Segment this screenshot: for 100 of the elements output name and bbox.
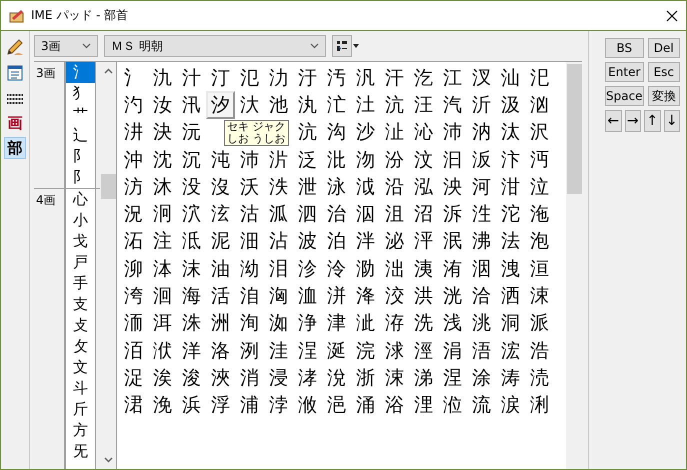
key-button[interactable]: 変換 bbox=[648, 86, 680, 106]
character-cell[interactable]: 沴 bbox=[293, 255, 322, 282]
radical-item[interactable]: 犭 bbox=[66, 83, 95, 104]
character-cell[interactable]: 沲 bbox=[525, 200, 554, 228]
character-cell[interactable]: 涅 bbox=[438, 364, 467, 392]
character-cell[interactable]: 氵 bbox=[119, 64, 148, 92]
key-button[interactable]: Enter bbox=[605, 62, 644, 82]
character-cell[interactable]: 海 bbox=[177, 282, 206, 310]
character-cell[interactable]: 浄 bbox=[293, 310, 322, 337]
character-cell[interactable]: 泛 bbox=[293, 146, 322, 174]
character-cell[interactable]: 涒 bbox=[119, 392, 148, 419]
character-cell[interactable]: 汛 bbox=[177, 91, 206, 119]
character-cell[interactable]: 洮 bbox=[467, 310, 496, 337]
character-cell[interactable]: 洑 bbox=[148, 336, 177, 364]
radical-item[interactable]: 氵 bbox=[66, 62, 95, 83]
character-cell[interactable]: 沘 bbox=[322, 146, 351, 174]
character-cell[interactable]: 汽 bbox=[438, 91, 467, 119]
character-cell[interactable]: 浩 bbox=[525, 336, 554, 364]
character-cell[interactable]: 洵 bbox=[235, 310, 264, 337]
character-cell[interactable]: 浟 bbox=[293, 392, 322, 419]
character-cell[interactable]: 沛 bbox=[438, 118, 467, 146]
character-cell[interactable]: 洼 bbox=[264, 336, 293, 364]
character-cell[interactable]: 洊 bbox=[380, 310, 409, 337]
font-dropdown[interactable]: ＭＳ 明朝 bbox=[104, 35, 326, 57]
character-cell[interactable]: 泙 bbox=[409, 228, 438, 256]
scroll-down-icon[interactable] bbox=[104, 457, 112, 463]
character-cell[interactable]: 泐 bbox=[351, 255, 380, 282]
radical-item[interactable]: 戈 bbox=[66, 231, 95, 252]
character-cell[interactable]: 汪 bbox=[409, 91, 438, 119]
character-cell[interactable]: 沽 bbox=[235, 200, 264, 228]
scroll-up-icon[interactable] bbox=[104, 68, 112, 74]
character-cell[interactable]: 洙 bbox=[177, 310, 206, 337]
character-cell[interactable]: 浥 bbox=[322, 392, 351, 419]
character-cell[interactable]: 汀 bbox=[206, 64, 235, 92]
character-cell[interactable]: 沒 bbox=[206, 173, 235, 200]
character-cell[interactable]: 汒 bbox=[322, 91, 351, 119]
character-cell[interactable]: 沺 bbox=[235, 228, 264, 256]
character-cell[interactable]: 洨 bbox=[380, 282, 409, 310]
scrollbar-thumb[interactable] bbox=[100, 174, 116, 199]
character-cell[interactable]: 涑 bbox=[525, 282, 554, 310]
character-cell[interactable]: 沰 bbox=[119, 228, 148, 256]
character-cell[interactable]: 涍 bbox=[293, 364, 322, 392]
character-cell[interactable]: 汍 bbox=[293, 91, 322, 119]
character-cell[interactable]: 泳 bbox=[322, 173, 351, 200]
radical-item[interactable]: 辶 bbox=[66, 125, 95, 146]
mode-tab[interactable]: 画 bbox=[4, 112, 26, 134]
character-cell[interactable]: 泑 bbox=[235, 255, 264, 282]
character-cell[interactable]: 汊 bbox=[467, 64, 496, 92]
character-cell[interactable]: 汾 bbox=[380, 146, 409, 174]
character-cell[interactable]: 沆 bbox=[380, 91, 409, 119]
character-cell[interactable]: 泥 bbox=[206, 228, 235, 256]
character-cell[interactable]: 氿 bbox=[148, 64, 177, 92]
character-cell[interactable]: 浼 bbox=[148, 392, 177, 419]
character-cell[interactable]: 洎 bbox=[235, 282, 264, 310]
character-cell[interactable]: 津 bbox=[322, 310, 351, 337]
character-cell[interactable]: 涇 bbox=[409, 336, 438, 364]
character-cell[interactable]: 洫 bbox=[293, 282, 322, 310]
character-cell[interactable]: 汚 bbox=[322, 64, 351, 92]
character-cell[interactable]: 泄 bbox=[293, 173, 322, 200]
character-cell[interactable]: 泫 bbox=[206, 200, 235, 228]
character-cell[interactable]: 沟 bbox=[322, 118, 351, 146]
character-cell[interactable]: 汩 bbox=[438, 146, 467, 174]
character-cell[interactable]: 浬 bbox=[409, 392, 438, 419]
character-cell[interactable]: 活 bbox=[206, 282, 235, 310]
character-cell[interactable]: 泂 bbox=[148, 200, 177, 228]
character-cell[interactable]: 泔 bbox=[496, 173, 525, 200]
character-cell[interactable]: 浜 bbox=[177, 392, 206, 419]
character-cell[interactable]: 汸 bbox=[119, 173, 148, 200]
character-cell[interactable]: 浰 bbox=[525, 392, 554, 419]
character-cell[interactable]: 洚 bbox=[351, 282, 380, 310]
arrow-key-button[interactable]: ← bbox=[605, 110, 622, 132]
radical-item[interactable]: 方 bbox=[66, 420, 95, 441]
character-cell[interactable]: 泗 bbox=[293, 200, 322, 228]
character-cell[interactable]: 汭 bbox=[467, 118, 496, 146]
character-cell[interactable]: 汕 bbox=[496, 64, 525, 92]
character-cell[interactable]: 泬 bbox=[177, 200, 206, 228]
character-cell[interactable]: 浹 bbox=[206, 364, 235, 392]
character-cell[interactable]: 洸 bbox=[438, 282, 467, 310]
character-cell[interactable]: 浣 bbox=[351, 336, 380, 364]
character-cell[interactable]: 沂 bbox=[467, 91, 496, 119]
character-cell[interactable]: 涗 bbox=[322, 364, 351, 392]
character-cell[interactable]: 涘 bbox=[148, 364, 177, 392]
character-cell[interactable]: 治 bbox=[322, 200, 351, 228]
character-cell[interactable]: 油 bbox=[206, 255, 235, 282]
character-cell[interactable]: 泓 bbox=[409, 173, 438, 200]
character-cell[interactable]: 沸 bbox=[467, 228, 496, 256]
arrow-key-button[interactable]: ↓ bbox=[664, 110, 680, 132]
character-cell[interactable]: 汙 bbox=[293, 64, 322, 92]
character-cell[interactable]: 泣 bbox=[525, 173, 554, 200]
character-cell[interactable]: 涌 bbox=[351, 392, 380, 419]
character-cell[interactable]: 泮 bbox=[351, 228, 380, 256]
key-button[interactable]: BS bbox=[605, 38, 644, 58]
mode-tab[interactable]: 部 bbox=[4, 137, 26, 159]
radical-item[interactable]: 戸 bbox=[66, 252, 95, 273]
character-cell[interactable]: 泱 bbox=[438, 173, 467, 200]
character-cell[interactable]: 河 bbox=[467, 173, 496, 200]
character-cell[interactable]: 泝 bbox=[438, 200, 467, 228]
character-cell[interactable]: 沚 bbox=[380, 118, 409, 146]
character-cell[interactable]: 浴 bbox=[380, 392, 409, 419]
dropdown-arrow-icon[interactable] bbox=[353, 44, 359, 48]
